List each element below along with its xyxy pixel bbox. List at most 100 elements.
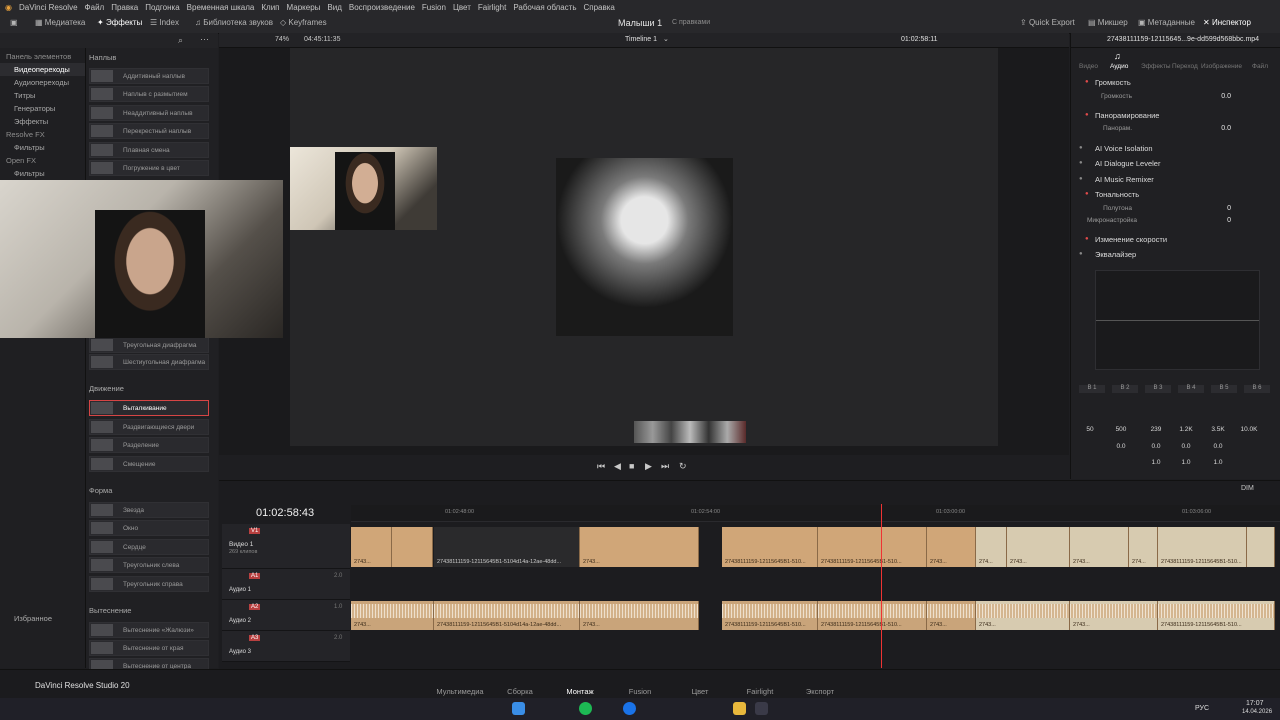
- eq-q[interactable]: 1.0: [1143, 459, 1169, 466]
- video-clip[interactable]: [1247, 527, 1275, 567]
- tree-item-filters-2[interactable]: Фильтры: [0, 167, 85, 180]
- page-color[interactable]: Цвет: [670, 687, 730, 696]
- menu-item[interactable]: Воспроизведение: [349, 3, 415, 12]
- play-icon[interactable]: ▶: [645, 461, 652, 472]
- effect-item[interactable]: Аддитивный наплыв: [89, 68, 209, 84]
- audio-clip[interactable]: 2743...: [351, 601, 434, 630]
- menu-item[interactable]: Клип: [261, 3, 279, 12]
- effect-item[interactable]: Вытеснение от края: [89, 640, 209, 656]
- effect-item-selected[interactable]: Выталкивание: [89, 400, 209, 416]
- menu-item[interactable]: Fairlight: [478, 3, 506, 12]
- menu-item[interactable]: Рабочая область: [513, 3, 576, 12]
- menu-item[interactable]: Цвет: [453, 3, 471, 12]
- audio-clip[interactable]: 2743...: [580, 601, 699, 630]
- video-clip[interactable]: 27438111159-12115645B1-5104d14a-12ae-48d…: [434, 527, 580, 567]
- audio-clip[interactable]: 27438111159-12115645B1-510...: [818, 601, 927, 630]
- menu-item[interactable]: Справка: [584, 3, 615, 12]
- cents-row[interactable]: Микронастройка 0: [1071, 214, 1280, 228]
- audio-clip[interactable]: 27438111159-12115645B1-510...: [722, 601, 818, 630]
- stop-icon[interactable]: ■: [629, 461, 634, 471]
- effect-item[interactable]: Шестиугольная диафрагма: [89, 354, 209, 370]
- menu-item[interactable]: Маркеры: [287, 3, 321, 12]
- audio-clip[interactable]: 2743...: [976, 601, 1070, 630]
- track-header-a1[interactable]: A1 2.0 Аудио 1: [222, 569, 350, 600]
- video-clip[interactable]: 27438111159-12115645B1-510...: [1158, 527, 1247, 567]
- step-back-icon[interactable]: ◀: [614, 461, 621, 472]
- tab-file[interactable]: Файл: [1252, 63, 1268, 70]
- clock-date[interactable]: 14.04.2026: [1242, 709, 1272, 715]
- tree-item-resolve-fx[interactable]: Resolve FX: [0, 128, 85, 141]
- keyframes-button[interactable]: ◇ Keyframes: [280, 18, 327, 27]
- eq-freq[interactable]: 1.2K: [1173, 426, 1199, 433]
- effect-item[interactable]: Неаддитивный наплыв: [89, 105, 209, 121]
- eq-q[interactable]: 1.0: [1173, 459, 1199, 466]
- effect-item[interactable]: Звезда: [89, 502, 209, 518]
- tab-audio[interactable]: Аудио: [1110, 63, 1128, 70]
- eq-section[interactable]: ● Эквалайзер: [1071, 247, 1280, 261]
- tab-effects[interactable]: Эффекты: [1141, 63, 1171, 70]
- tree-item-video-transitions[interactable]: Видеопереходы: [0, 63, 85, 76]
- sound-library-button[interactable]: ♫ Библиотека звуков: [195, 18, 273, 27]
- ai-music-remixer[interactable]: ● AI Music Remixer: [1071, 172, 1280, 186]
- inspector-button[interactable]: ✕ Инспектор: [1203, 18, 1251, 27]
- eq-graph[interactable]: [1095, 270, 1260, 370]
- tree-item-open-fx[interactable]: Open FX: [0, 154, 85, 167]
- ai-voice-isolation[interactable]: ● AI Voice Isolation: [1071, 141, 1280, 155]
- eq-band[interactable]: B 4: [1178, 385, 1204, 393]
- timeline-name[interactable]: Timeline 1: [625, 36, 657, 43]
- media-pool-button[interactable]: ▦ Медиатека: [35, 18, 85, 27]
- menu-item[interactable]: Подгонка: [145, 3, 179, 12]
- page-fairlight[interactable]: Fairlight: [730, 687, 790, 696]
- effect-item[interactable]: Раздвигающиеся двери: [89, 419, 209, 435]
- tree-item-effects[interactable]: Эффекты: [0, 115, 85, 128]
- chevron-down-icon[interactable]: ⌄: [663, 35, 669, 43]
- spotify-icon[interactable]: [579, 702, 592, 715]
- playhead[interactable]: [881, 504, 882, 668]
- track-header-a2[interactable]: A2 1.0 Аудио 2: [222, 600, 350, 631]
- eq-freq[interactable]: 50: [1077, 426, 1103, 433]
- track-header-a3[interactable]: A3 2.0 Аудио 3: [222, 631, 350, 662]
- quick-export-button[interactable]: ⇪ Quick Export: [1020, 18, 1075, 27]
- menu-item[interactable]: Файл: [85, 3, 105, 12]
- index-button[interactable]: ☰ Index: [150, 18, 179, 27]
- eq-band[interactable]: B 3: [1145, 385, 1171, 393]
- video-clip[interactable]: 2743...: [351, 527, 392, 567]
- track-header-v1[interactable]: V1 Видео 1 269 клипов: [222, 524, 350, 569]
- ai-dialogue-leveler[interactable]: ● AI Dialogue Leveler: [1071, 156, 1280, 170]
- skip-start-icon[interactable]: ⏮: [597, 461, 605, 472]
- tree-item-audio-transitions[interactable]: Аудиопереходы: [0, 76, 85, 89]
- effect-item[interactable]: Погружение в цвет: [89, 160, 209, 176]
- page-fusion[interactable]: Fusion: [610, 687, 670, 696]
- layout-icon[interactable]: ▣: [10, 18, 18, 27]
- effect-item[interactable]: Вытеснение «Жалюзи»: [89, 622, 209, 638]
- eq-band[interactable]: B 2: [1112, 385, 1138, 393]
- audio-clip[interactable]: 27438111159-12115645B1-5104d14a-12ae-48d…: [434, 601, 580, 630]
- audio-clip[interactable]: 2743...: [1070, 601, 1158, 630]
- menu-item[interactable]: Fusion: [422, 3, 446, 12]
- eq-band[interactable]: B 6: [1244, 385, 1270, 393]
- tree-item-filters[interactable]: Фильтры: [0, 141, 85, 154]
- dim-button[interactable]: DIM: [1241, 485, 1254, 492]
- volume-section[interactable]: ● Громкость: [1071, 75, 1280, 89]
- menu-item[interactable]: Правка: [111, 3, 138, 12]
- skip-end-icon[interactable]: ⏭: [661, 461, 669, 472]
- effect-item[interactable]: Перекрестный наплыв: [89, 123, 209, 139]
- eq-gain[interactable]: 0.0: [1108, 443, 1134, 450]
- page-deliver[interactable]: Экспорт: [790, 687, 850, 696]
- video-clip[interactable]: 2743...: [580, 527, 699, 567]
- metadata-button[interactable]: ▣ Метаданные: [1138, 18, 1195, 27]
- page-media[interactable]: Мультимедиа: [430, 687, 490, 696]
- video-clip[interactable]: 2743...: [927, 527, 976, 567]
- video-clip[interactable]: 274...: [1129, 527, 1158, 567]
- menu-item[interactable]: Временная шкала: [187, 3, 255, 12]
- video-clip[interactable]: 2743...: [1007, 527, 1070, 567]
- eq-freq[interactable]: 500: [1108, 426, 1134, 433]
- video-clip[interactable]: 27438111159-12115645B1-510...: [722, 527, 818, 567]
- audio-clip[interactable]: 2743...: [927, 601, 976, 630]
- effect-item[interactable]: Треугольник справа: [89, 576, 209, 592]
- audio-clip[interactable]: 27438111159-12115645B1-510...: [1158, 601, 1275, 630]
- video-clip[interactable]: 274...: [976, 527, 1007, 567]
- tab-transition[interactable]: Переход: [1172, 63, 1198, 70]
- mixer-button[interactable]: ▤ Микшер: [1088, 18, 1128, 27]
- eq-gain[interactable]: 0.0: [1143, 443, 1169, 450]
